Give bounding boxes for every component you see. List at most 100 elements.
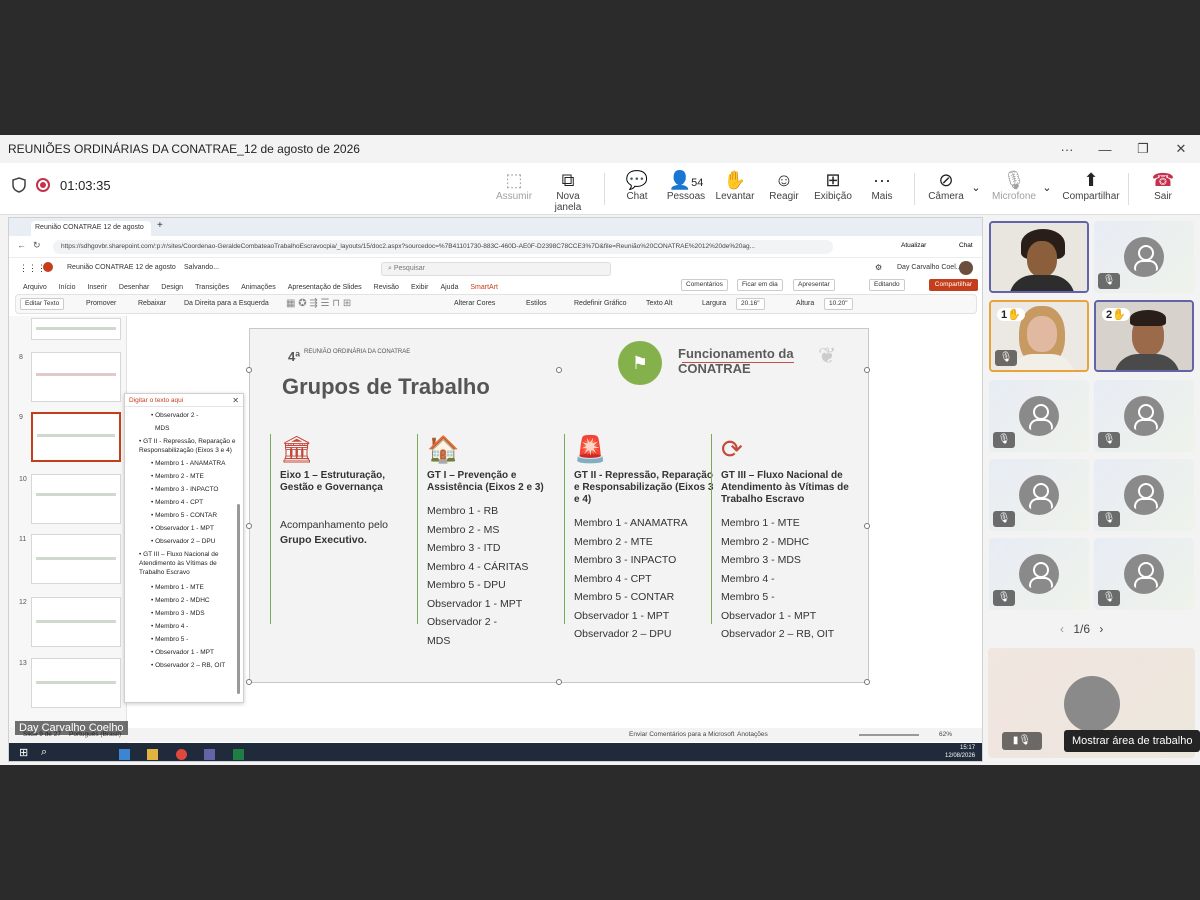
update-button[interactable]: Atualizar — [901, 242, 926, 249]
react-button[interactable]: ☺ Reagir — [758, 169, 810, 202]
slide-thumbnail[interactable] — [31, 658, 121, 708]
excel-icon[interactable] — [232, 749, 244, 760]
comments-button[interactable]: Comentários — [681, 279, 728, 291]
resize-handle[interactable] — [864, 367, 870, 373]
text-pane-line[interactable]: • Membro 2 - MDHC — [151, 597, 210, 604]
edge-icon[interactable] — [119, 749, 130, 760]
participant-video-tile[interactable]: 2✋ — [1094, 300, 1194, 372]
menu-revisao[interactable]: Revisão — [374, 284, 399, 291]
folder-icon[interactable] — [147, 749, 159, 760]
chevron-right-icon[interactable]: › — [1099, 622, 1103, 636]
text-pane-line[interactable]: • GT II - Repressão, Reparação e — [139, 438, 235, 445]
menu-ajuda[interactable]: Ajuda — [440, 284, 458, 291]
func-title[interactable]: Funcionamento da CONATRAE — [678, 346, 818, 376]
resize-handle[interactable] — [556, 367, 562, 373]
text-pane-line[interactable]: • Observador 1 - MPT — [151, 525, 214, 532]
editing-mode-button[interactable]: Editando — [869, 279, 905, 291]
text-pane-line[interactable]: • Membro 3 - MDS — [151, 610, 205, 617]
new-tab-icon[interactable]: + — [157, 220, 163, 231]
right-to-left-button[interactable]: Da Direita para a Esquerda — [184, 300, 269, 307]
text-pane-line[interactable]: • Observador 2 – DPU — [151, 538, 215, 545]
mic-options-chevron[interactable]: ⌄ — [1037, 177, 1057, 199]
participant-tile[interactable]: 🎙 — [989, 538, 1089, 610]
participant-video-tile[interactable] — [989, 221, 1089, 293]
close-icon[interactable]: ✕ — [232, 396, 239, 405]
resize-handle[interactable] — [246, 523, 252, 529]
menu-apresentacao[interactable]: Apresentação de Slides — [288, 284, 362, 291]
text-pane-line[interactable]: • Observador 2 - — [151, 412, 198, 419]
participant-tile[interactable]: 🎙 — [1094, 459, 1194, 531]
ppt-search-input[interactable]: ⌕ Pesquisar — [381, 262, 611, 276]
view-button[interactable]: ⊞ Exibição — [807, 169, 859, 202]
edit-text-button[interactable]: Editar Texto — [20, 298, 65, 310]
feedback-link[interactable]: Enviar Comentários para a Microsoft — [629, 731, 735, 738]
text-pane-line[interactable]: Trabalho Escravo — [139, 569, 190, 576]
width-input[interactable]: 20.16" — [736, 298, 765, 310]
menu-inicio[interactable]: Início — [59, 284, 76, 291]
nova-janela-button[interactable]: ⧉ Nova janela — [542, 169, 594, 213]
search-icon[interactable]: ⌕ — [41, 746, 47, 759]
slide-column-eixo1[interactable]: 🏛 Eixo 1 – Estruturação, Gestão e Govern… — [280, 434, 420, 549]
slide-thumbnail[interactable] — [31, 597, 121, 647]
slide-thumbnail[interactable] — [31, 318, 121, 340]
text-pane-line[interactable]: • Membro 5 - CONTAR — [151, 512, 217, 519]
slide-thumbnail[interactable] — [31, 474, 121, 524]
text-pane-line[interactable]: • Membro 2 - MTE — [151, 473, 204, 480]
promote-button[interactable]: Promover — [86, 300, 116, 307]
alt-text-button[interactable]: Texto Alt — [646, 300, 672, 307]
text-pane-line[interactable]: • Membro 1 - ANAMATRA — [151, 460, 225, 467]
text-pane-scrollbar[interactable] — [237, 504, 240, 694]
menu-transicoes[interactable]: Transições — [195, 284, 229, 291]
windows-start-icon[interactable]: ⊞ — [19, 746, 28, 759]
text-pane-line[interactable]: • Membro 1 - MTE — [151, 584, 204, 591]
document-title[interactable]: Reunião CONATRAE 12 de agosto — [67, 264, 176, 271]
text-pane-line[interactable]: • Membro 5 - — [151, 636, 188, 643]
close-window-button[interactable]: ✕ — [1162, 141, 1200, 157]
participant-video-tile[interactable]: 1✋ 🎙 — [989, 300, 1089, 372]
present-button[interactable]: Apresentar — [793, 279, 835, 291]
participant-tile[interactable]: 🎙 — [1094, 221, 1194, 293]
resize-handle[interactable] — [246, 679, 252, 685]
notes-button[interactable]: Anotações — [737, 731, 768, 738]
url-field[interactable]: https://sdhgovbr.sharepoint.com/:p:/r/si… — [53, 240, 833, 254]
styles-button[interactable]: Estilos — [526, 300, 547, 307]
back-icon[interactable]: ← — [17, 240, 26, 250]
menu-exibir[interactable]: Exibir — [411, 284, 429, 291]
camera-button[interactable]: ⊘ Câmera — [920, 169, 972, 202]
microphone-button[interactable]: 🎙 Microfone — [988, 169, 1040, 202]
menu-smartart[interactable]: SmartArt — [470, 284, 498, 291]
leave-button[interactable]: ☎ Sair — [1137, 169, 1189, 202]
minimize-button[interactable]: — — [1086, 142, 1124, 157]
slide-column-gt2[interactable]: 🚨 GT II - Repressão, Reparação e Respons… — [574, 434, 714, 644]
text-pane-line[interactable]: • Membro 4 - CPT — [151, 499, 203, 506]
catch-up-button[interactable]: Ficar em dia — [737, 279, 783, 291]
text-pane-line[interactable]: • Observador 1 - MPT — [151, 649, 214, 656]
camera-options-chevron[interactable]: ⌄ — [966, 177, 986, 199]
chrome-icon[interactable] — [175, 749, 187, 760]
height-input[interactable]: 10.20" — [824, 298, 853, 310]
demote-button[interactable]: Rebaixar — [138, 300, 166, 307]
reset-graphic-button[interactable]: Redefinir Gráfico — [574, 300, 627, 307]
text-pane-line[interactable]: MDS — [155, 425, 169, 432]
refresh-icon[interactable]: ↻ — [33, 240, 41, 251]
change-colors-button[interactable]: Alterar Cores — [454, 300, 495, 307]
zoom-level[interactable]: 62% — [939, 731, 952, 738]
ppt-share-button[interactable]: Compartilhar — [928, 279, 978, 291]
text-pane-line[interactable]: • Membro 4 - — [151, 623, 188, 630]
text-pane-line[interactable]: • Membro 3 - INPACTO — [151, 486, 218, 493]
more-button[interactable]: ··· Mais — [856, 169, 908, 202]
text-pane-line[interactable]: Responsabilização (Eixos 3 e 4) — [139, 447, 232, 454]
participant-tile[interactable]: 🎙 — [1094, 538, 1194, 610]
slide-title[interactable]: Grupos de Trabalho — [282, 374, 490, 400]
copilot-chat-button[interactable]: Chat — [959, 242, 973, 249]
assumir-button[interactable]: ⬚ Assumir — [488, 169, 540, 202]
teams-icon[interactable] — [204, 749, 216, 760]
more-options-button[interactable]: ··· — [1048, 142, 1086, 157]
slide-column-gt3[interactable]: ⟳ GT III – Fluxo Nacional de Atendimento… — [721, 434, 861, 644]
pessoas-button[interactable]: 👤54 Pessoas — [660, 169, 712, 202]
slide-column-gt1[interactable]: 🏠 GT I – Prevenção e Assistência (Eixos … — [427, 434, 567, 650]
participant-tile[interactable]: 🎙 — [1094, 380, 1194, 452]
slide-thumbnail-selected[interactable] — [31, 412, 121, 462]
menu-desenhar[interactable]: Desenhar — [119, 284, 149, 291]
user-name[interactable]: Day Carvalho Coel... — [897, 264, 962, 271]
